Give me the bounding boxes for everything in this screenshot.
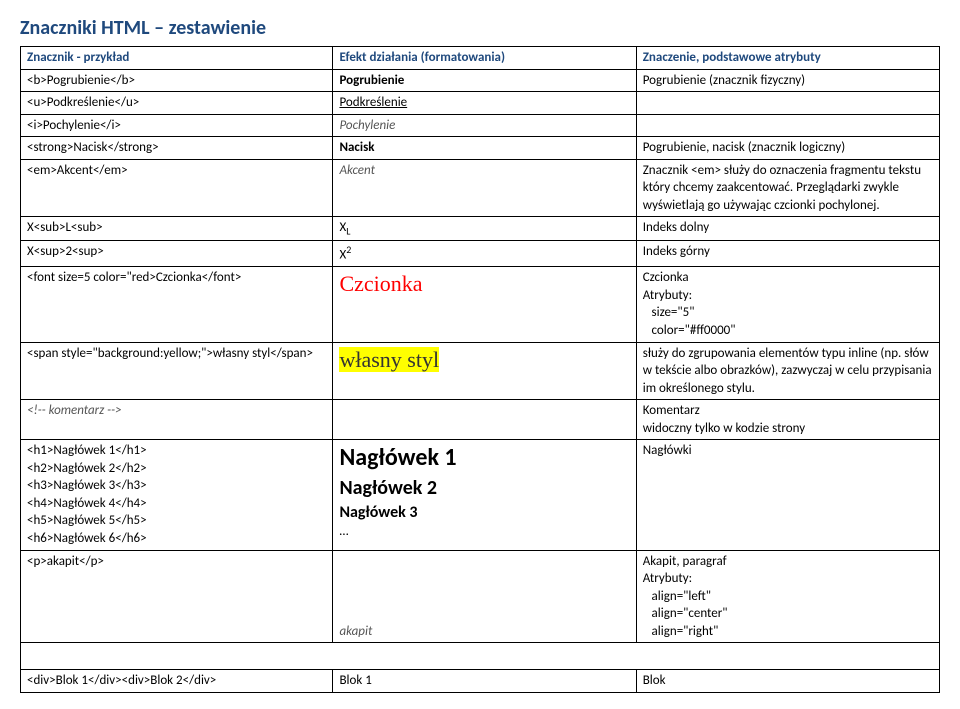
cell-effect: X2 [333, 241, 636, 267]
cell-meaning: Pogrubienie, nacisk (znacznik logiczny) [636, 137, 939, 160]
cell-example: <i>Pochylenie</i> [21, 114, 333, 137]
cell-example: <em>Akcent</em> [21, 159, 333, 217]
effect-em: Akcent [339, 163, 374, 178]
effect-font: Czcionka [339, 271, 422, 296]
cell-effect: Akcent [333, 159, 636, 217]
cell-effect: Nacisk [333, 137, 636, 160]
cell-meaning: służy do zgrupowania elementów typu inli… [636, 342, 939, 400]
table-row: <span style="background:yellow;">własny … [21, 342, 940, 400]
cell-meaning: Pogrubienie (znacznik fizyczny) [636, 69, 939, 92]
effect-p: akapit [339, 624, 372, 639]
cell-effect: Nagłówek 1 Nagłówek 2 Nagłówek 3 … [333, 440, 636, 550]
effect-underline: Podkreślenie [339, 95, 407, 110]
table-row: <i>Pochylenie</i> Pochylenie [21, 114, 940, 137]
col-header-meaning: Znaczenie, podstawowe atrybuty [636, 47, 939, 70]
cell-example: <!-- komentarz --> [21, 400, 333, 440]
cell-meaning: Czcionka Atrybuty: size="5" color="#ff00… [636, 267, 939, 342]
effect-strong: Nacisk [339, 140, 374, 155]
table-row: <em>Akcent</em> Akcent Znacznik <em> słu… [21, 159, 940, 217]
cell-effect: Blok 1 [333, 670, 636, 693]
cell-example: <strong>Nacisk</strong> [21, 137, 333, 160]
cell-meaning: Indeks dolny [636, 217, 939, 241]
effect-span: własny styl [339, 347, 439, 372]
cell-meaning [636, 114, 939, 137]
table-header-row: Znacznik - przykład Efekt działania (for… [21, 47, 940, 70]
html-tags-table: Znacznik - przykład Efekt działania (for… [20, 46, 940, 693]
table-row: <font size=5 color="red>Czcionka</font> … [21, 267, 940, 342]
cell-example: X<sup>2<sup> [21, 241, 333, 267]
cell-effect: akapit [333, 550, 636, 643]
table-row: <h1>Nagłówek 1</h1> <h2>Nagłówek 2</h2> … [21, 440, 940, 550]
effect-sup-sup: 2 [346, 243, 351, 256]
table-row: X<sup>2<sup> X2 Indeks górny [21, 241, 940, 267]
spacer-row [21, 643, 940, 670]
effect-h3: Nagłówek 3 [339, 502, 629, 524]
cell-example: <font size=5 color="red>Czcionka</font> [21, 267, 333, 342]
effect-italic: Pochylenie [339, 118, 395, 133]
cell-meaning: Indeks górny [636, 241, 939, 267]
cell-meaning: Nagłówki [636, 440, 939, 550]
table-row: <strong>Nacisk</strong> Nacisk Pogrubien… [21, 137, 940, 160]
cell-example: <span style="background:yellow;">własny … [21, 342, 333, 400]
cell-effect [333, 400, 636, 440]
cell-example: <div>Blok 1</div><div>Blok 2</div> [21, 670, 333, 693]
cell-example: X<sub>L<sub> [21, 217, 333, 241]
effect-sub-sub: L [346, 225, 350, 238]
cell-effect: Pogrubienie [333, 69, 636, 92]
cell-effect: Podkreślenie [333, 92, 636, 115]
table-row: X<sub>L<sub> XL Indeks dolny [21, 217, 940, 241]
effect-h1: Nagłówek 1 [339, 442, 629, 474]
effect-bold: Pogrubienie [339, 73, 404, 88]
cell-meaning: Akapit, paragraf Atrybuty: align="left" … [636, 550, 939, 643]
cell-effect: Czcionka [333, 267, 636, 342]
cell-example: <h1>Nagłówek 1</h1> <h2>Nagłówek 2</h2> … [21, 440, 333, 550]
effect-h-dots: … [339, 523, 629, 541]
cell-example: <p>akapit</p> [21, 550, 333, 643]
cell-meaning [636, 92, 939, 115]
cell-effect: własny styl [333, 342, 636, 400]
page-title: Znaczniki HTML – zestawienie [20, 16, 940, 40]
col-header-example: Znacznik - przykład [21, 47, 333, 70]
cell-effect: XL [333, 217, 636, 241]
cell-meaning: Blok [636, 670, 939, 693]
cell-meaning: Komentarz widoczny tylko w kodzie strony [636, 400, 939, 440]
cell-example: <u>Podkreślenie</u> [21, 92, 333, 115]
table-row: <div>Blok 1</div><div>Blok 2</div> Blok … [21, 670, 940, 693]
effect-h2: Nagłówek 2 [339, 475, 629, 502]
table-row: <p>akapit</p> akapit Akapit, paragraf At… [21, 550, 940, 643]
cell-effect: Pochylenie [333, 114, 636, 137]
col-header-effect: Efekt działania (formatowania) [333, 47, 636, 70]
cell-example: <b>Pogrubienie</b> [21, 69, 333, 92]
table-row: <!-- komentarz --> Komentarz widoczny ty… [21, 400, 940, 440]
cell-meaning: Znacznik <em> służy do oznaczenia fragme… [636, 159, 939, 217]
table-row: <b>Pogrubienie</b> Pogrubienie Pogrubien… [21, 69, 940, 92]
table-row: <u>Podkreślenie</u> Podkreślenie [21, 92, 940, 115]
